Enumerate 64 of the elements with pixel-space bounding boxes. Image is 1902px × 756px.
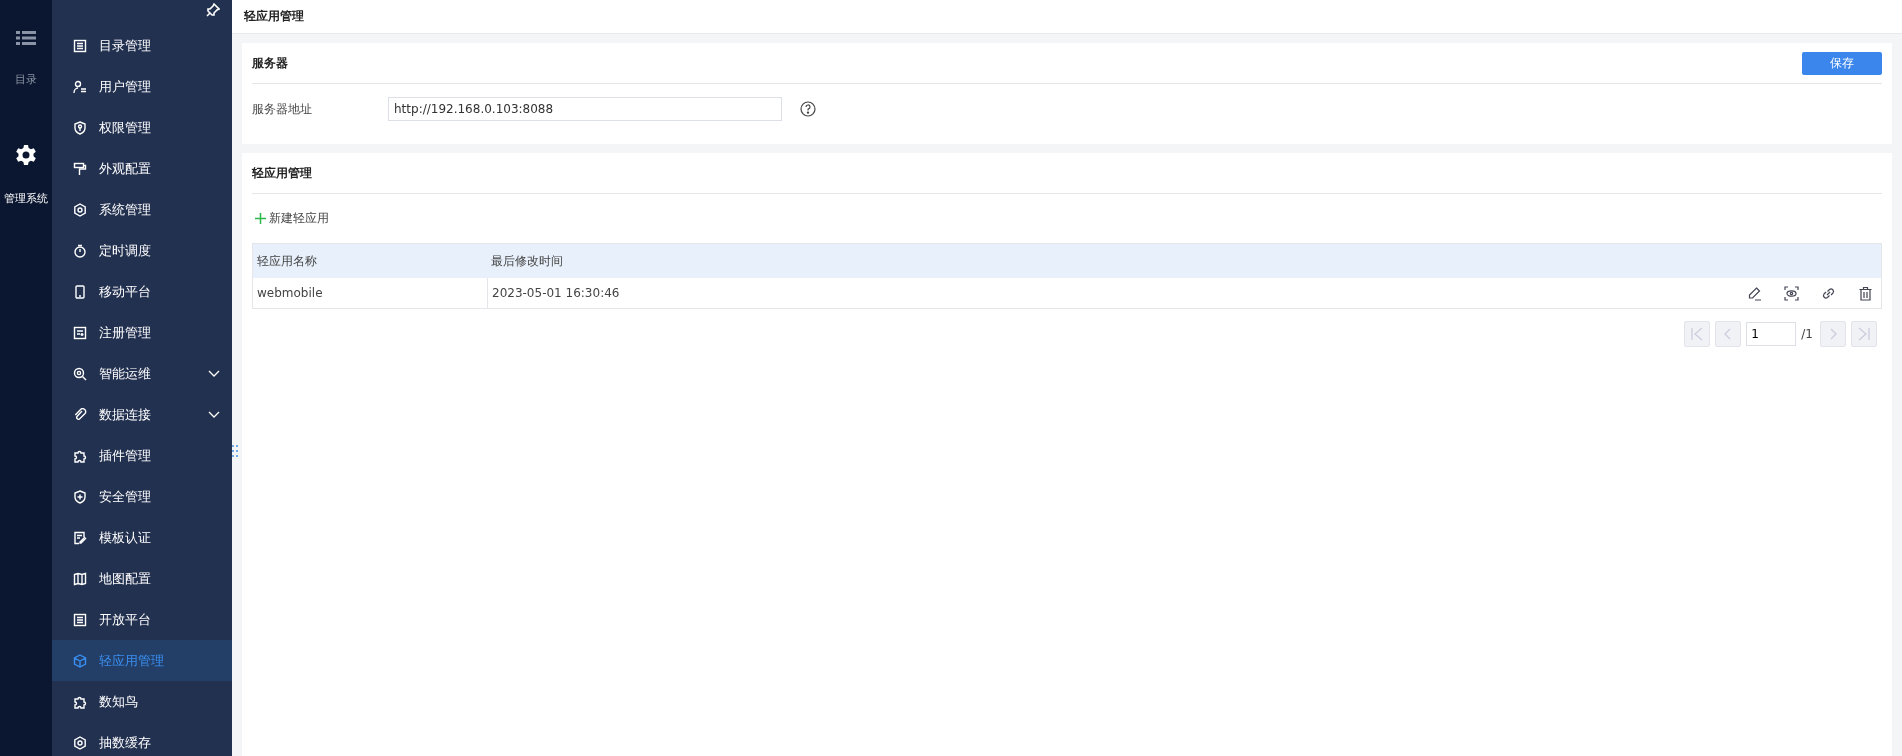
- gear-icon: [16, 145, 36, 165]
- sidebar-item[interactable]: 抽数缓存: [52, 722, 232, 756]
- list-icon: [16, 30, 36, 46]
- edit-icon[interactable]: [1747, 285, 1762, 301]
- form-icon: [73, 325, 87, 340]
- user-icon: [73, 79, 87, 94]
- sidebar-item[interactable]: 地图配置: [52, 558, 232, 599]
- sidebar-item[interactable]: 插件管理: [52, 435, 232, 476]
- view-icon[interactable]: [1784, 285, 1799, 301]
- sidebar-item[interactable]: 开放平台: [52, 599, 232, 640]
- resize-handle-icon[interactable]: [232, 444, 238, 458]
- search-gear-icon: [73, 366, 87, 381]
- page-title: 轻应用管理: [244, 8, 304, 25]
- rail-item[interactable]: 管理系统: [4, 145, 48, 206]
- puzzle-icon: [73, 694, 87, 709]
- chevron-down-icon[interactable]: [208, 369, 220, 378]
- section-title: 轻应用管理: [252, 164, 312, 182]
- trash-icon[interactable]: [1858, 285, 1873, 301]
- sidebar-item[interactable]: 智能运维: [52, 353, 232, 394]
- sidebar-item[interactable]: 注册管理: [52, 312, 232, 353]
- timer-icon: [73, 243, 87, 258]
- save-button[interactable]: 保存: [1802, 51, 1882, 75]
- help-icon[interactable]: [800, 101, 816, 117]
- sidebar-item[interactable]: 目录管理: [52, 25, 232, 66]
- last-page-icon: [1857, 327, 1871, 341]
- rail-item[interactable]: 目录: [15, 30, 37, 87]
- sidebar-item[interactable]: 定时调度: [52, 230, 232, 271]
- sidebar-item[interactable]: 移动平台: [52, 271, 232, 312]
- sidebar-item[interactable]: 数据连接: [52, 394, 232, 435]
- first-page-icon: [1690, 327, 1705, 341]
- shield-icon: [73, 489, 87, 504]
- sidebar-item[interactable]: 权限管理: [52, 107, 232, 148]
- map-icon: [73, 571, 87, 586]
- column-header: 轻应用名称: [256, 252, 318, 270]
- field-label: 服务器地址: [252, 100, 313, 118]
- chevron-down-icon[interactable]: [208, 410, 220, 419]
- puzzle-icon: [73, 448, 87, 463]
- link-icon[interactable]: [1821, 285, 1836, 301]
- new-app-button[interactable]: 新建轻应用: [252, 194, 329, 241]
- table-cell: webmobile: [253, 278, 488, 308]
- sidebar-item[interactable]: 数知鸟: [52, 681, 232, 722]
- clip-icon: [73, 407, 87, 422]
- server-address-field[interactable]: http://192.168.0.103:8088: [388, 97, 782, 121]
- edit-icon: [73, 530, 87, 545]
- shield-key-icon: [73, 120, 87, 135]
- phone-icon: [73, 284, 87, 299]
- column-header: 最后修改时间: [490, 252, 563, 270]
- section-title: 服务器: [252, 54, 288, 72]
- list-icon: [73, 38, 87, 53]
- gear-icon: [73, 735, 87, 750]
- sidebar-item[interactable]: 用户管理: [52, 66, 232, 107]
- page-number-field[interactable]: 1: [1746, 322, 1797, 346]
- sidebar-item[interactable]: 系统管理: [52, 189, 232, 230]
- page-total: /1: [1801, 327, 1813, 341]
- roller-icon: [73, 161, 87, 176]
- gear-icon: [73, 202, 87, 217]
- sidebar-item[interactable]: 外观配置: [52, 148, 232, 189]
- cube-icon: [73, 653, 87, 668]
- plus-icon: [255, 213, 266, 224]
- pin-icon[interactable]: [206, 3, 220, 17]
- sidebar-item[interactable]: 模板认证: [52, 517, 232, 558]
- table-cell: 2023-05-01 16:30:46: [492, 286, 620, 300]
- sidebar-item[interactable]: 安全管理: [52, 476, 232, 517]
- list-icon: [73, 612, 87, 627]
